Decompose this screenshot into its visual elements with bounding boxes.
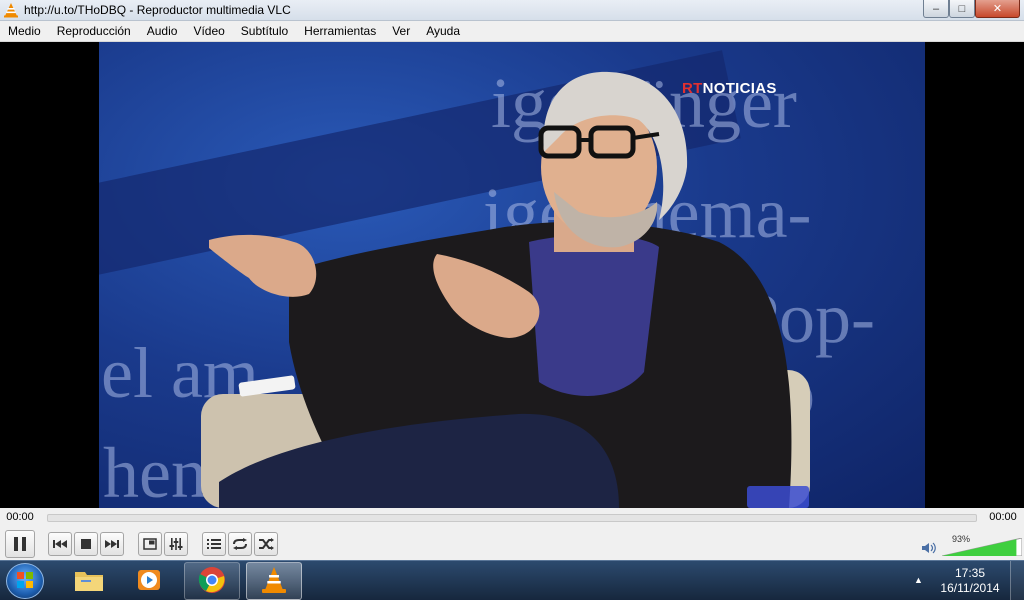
folder-icon: [74, 568, 104, 595]
clock-date: 16/11/2014: [940, 581, 1000, 595]
window-title: http://u.to/THoDBQ - Reproductor multime…: [24, 3, 291, 17]
elapsed-time: 00:00: [6, 511, 34, 523]
shuffle-button[interactable]: [254, 532, 278, 556]
extended-settings-icon: [169, 537, 183, 551]
minimize-button[interactable]: –: [923, 0, 949, 18]
loop-button[interactable]: [228, 532, 252, 556]
speaker-icon[interactable]: [922, 542, 936, 557]
maximize-button[interactable]: □: [949, 0, 975, 18]
chrome-icon: [198, 566, 226, 597]
channel-logo: RTNOTICIAS: [682, 80, 777, 97]
volume-control[interactable]: 93%: [922, 534, 1022, 556]
fullscreen-icon: [143, 538, 157, 550]
pause-button[interactable]: [5, 530, 35, 558]
stop-icon: [81, 539, 91, 549]
menu-bar: Medio Reproducción Audio Vídeo Subtítulo…: [0, 21, 1024, 42]
channel-logo-mark: RT: [682, 80, 703, 97]
previous-button[interactable]: [48, 532, 72, 556]
title-bar: http://u.to/THoDBQ - Reproductor multime…: [0, 0, 1024, 21]
video-frame[interactable]: ige Sänger ige Thema- Pop- el am Po hen: [99, 42, 925, 508]
menu-reproduccion[interactable]: Reproducción: [49, 24, 139, 38]
media-player-icon: [136, 567, 162, 596]
seek-row: 00:00 00:00: [0, 508, 1024, 528]
taskbar-explorer[interactable]: [61, 562, 117, 600]
next-icon: [105, 539, 119, 549]
menu-ayuda[interactable]: Ayuda: [418, 24, 468, 38]
vlc-cone-icon: [261, 566, 287, 597]
controls-bar: 93%: [0, 528, 1024, 560]
playlist-icon: [207, 538, 221, 550]
next-button[interactable]: [100, 532, 124, 556]
menu-video[interactable]: Vídeo: [185, 24, 232, 38]
extended-settings-button[interactable]: [164, 532, 188, 556]
channel-logo-text: NOTICIAS: [702, 80, 777, 97]
start-button[interactable]: [6, 563, 44, 599]
volume-slider[interactable]: [942, 538, 1022, 556]
video-area[interactable]: ige Sänger ige Thema- Pop- el am Po hen: [0, 42, 1024, 508]
menu-audio[interactable]: Audio: [139, 24, 186, 38]
playlist-button[interactable]: [202, 532, 226, 556]
menu-ver[interactable]: Ver: [384, 24, 418, 38]
stop-button[interactable]: [74, 532, 98, 556]
taskbar-vlc[interactable]: [246, 562, 302, 600]
seek-slider[interactable]: [47, 514, 977, 522]
show-desktop-button[interactable]: [1010, 561, 1024, 600]
previous-icon: [53, 539, 67, 549]
taskbar-chrome[interactable]: [184, 562, 240, 600]
shuffle-icon: [258, 538, 274, 550]
menu-subtitulo[interactable]: Subtítulo: [233, 24, 296, 38]
fullscreen-button[interactable]: [138, 532, 162, 556]
clock-time: 17:35: [954, 566, 986, 580]
system-clock[interactable]: 17:35 16/11/2014: [935, 566, 1005, 596]
loop-icon: [232, 538, 248, 550]
total-time: 00:00: [989, 511, 1017, 523]
taskbar-media-player[interactable]: [121, 562, 177, 600]
menu-herramientas[interactable]: Herramientas: [296, 24, 384, 38]
close-button[interactable]: ✕: [975, 0, 1020, 18]
taskbar: ▲ 17:35 16/11/2014: [0, 560, 1024, 600]
windows-logo-icon: [16, 571, 34, 592]
interview-scene: [201, 71, 810, 508]
pause-icon: [13, 536, 27, 552]
menu-medio[interactable]: Medio: [0, 24, 49, 38]
vlc-cone-icon: [3, 2, 19, 18]
tray-expand-icon[interactable]: ▲: [914, 575, 923, 585]
